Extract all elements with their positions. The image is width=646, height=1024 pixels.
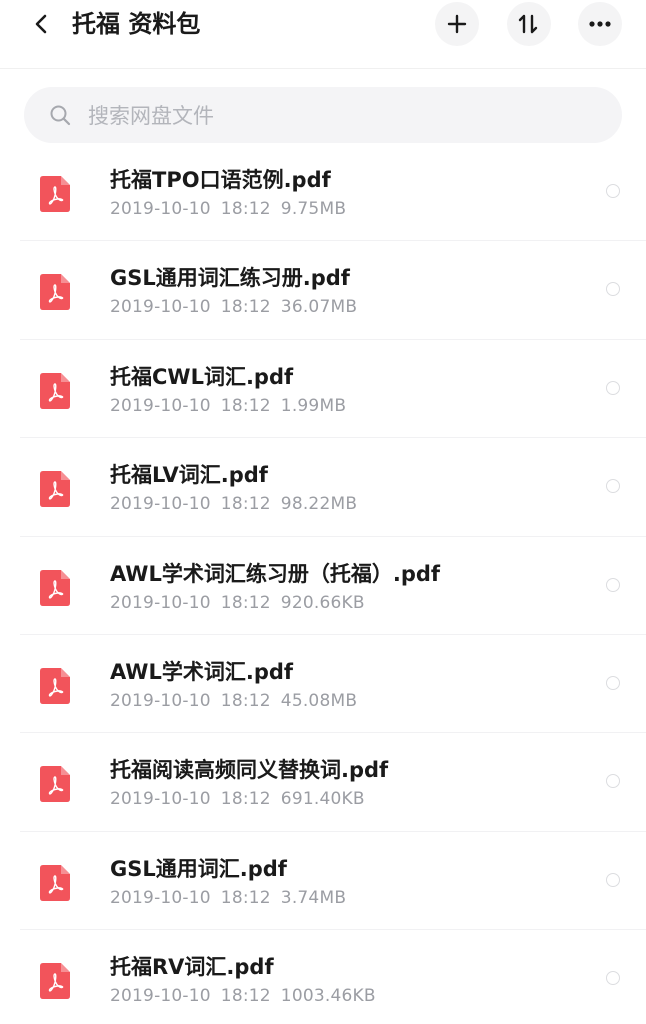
file-size: 1003.46KB (280, 986, 376, 1007)
more-icon (589, 21, 611, 27)
search-input[interactable]: 搜索网盘文件 (24, 87, 622, 143)
select-radio[interactable] (606, 971, 620, 986)
file-size: 1.99MB (280, 395, 347, 416)
search-icon (48, 103, 72, 127)
pdf-file-icon (40, 372, 70, 409)
file-meta: 2019-10-10 18:12 1003.46KB (110, 985, 376, 1007)
file-meta: 2019-10-10 18:12 36.07MB (110, 296, 357, 318)
file-name: 托福CWL词汇.pdf (110, 364, 294, 389)
chevron-left-icon (35, 14, 47, 34)
file-time: 18:12 (220, 887, 271, 908)
select-radio[interactable] (606, 872, 620, 887)
file-name: GSL通用词汇.pdf (110, 856, 287, 881)
pdf-file-icon (40, 766, 70, 803)
file-row[interactable]: 托福RV词汇.pdf 2019-10-10 18:12 1003.46KB (0, 930, 646, 1024)
file-date: 2019-10-10 (110, 887, 211, 908)
search-placeholder: 搜索网盘文件 (88, 104, 214, 128)
select-radio[interactable] (606, 774, 620, 789)
sort-icon (518, 14, 538, 34)
top-bar: 托福 资料包 (0, 0, 646, 69)
file-size: 36.07MB (280, 297, 358, 318)
file-row[interactable]: GSL通用词汇.pdf 2019-10-10 18:12 3.74MB (0, 832, 646, 931)
file-meta: 2019-10-10 18:12 98.22MB (110, 493, 357, 515)
pdf-file-icon (40, 569, 70, 606)
file-date: 2019-10-10 (110, 395, 211, 416)
select-radio[interactable] (606, 479, 620, 494)
file-time: 18:12 (220, 690, 271, 711)
pdf-file-icon (40, 471, 70, 508)
file-time: 18:12 (220, 395, 271, 416)
file-meta: 2019-10-10 18:12 691.40KB (110, 788, 365, 810)
file-list: 托福TPO口语范例.pdf 2019-10-10 18:12 9.75MB GSL通用词… (0, 143, 646, 1024)
sort-button[interactable] (507, 2, 551, 46)
file-time: 18:12 (220, 592, 271, 613)
select-radio[interactable] (606, 184, 620, 198)
select-radio[interactable] (606, 675, 620, 690)
file-name: AWL学术词汇.pdf (110, 659, 294, 684)
file-size: 9.75MB (280, 199, 347, 219)
file-name: 托福阅读高频同义替换词.pdf (110, 758, 389, 783)
file-size: 45.08MB (280, 690, 358, 711)
file-row[interactable]: 托福TPO口语范例.pdf 2019-10-10 18:12 9.75MB (0, 143, 646, 242)
file-date: 2019-10-10 (110, 986, 211, 1007)
file-size: 920.66KB (280, 592, 365, 613)
pdf-file-icon (40, 667, 70, 704)
file-row[interactable]: 托福LV词汇.pdf 2019-10-10 18:12 98.22MB (0, 438, 646, 537)
file-size: 98.22MB (280, 494, 358, 515)
select-radio[interactable] (606, 577, 620, 592)
file-name: 托福LV词汇.pdf (110, 463, 268, 488)
file-meta: 2019-10-10 18:12 3.74MB (110, 887, 346, 909)
file-row[interactable]: AWL学术词汇.pdf 2019-10-10 18:12 45.08MB (0, 635, 646, 734)
file-time: 18:12 (220, 494, 271, 515)
select-radio[interactable] (606, 282, 620, 297)
file-date: 2019-10-10 (110, 494, 211, 515)
file-row[interactable]: 托福CWL词汇.pdf 2019-10-10 18:12 1.99MB (0, 340, 646, 439)
file-browser-screen: 托福 资料包 搜索网盘文件 托福TPO口语范例.pdf 2019-10-10 1… (0, 0, 646, 1024)
file-row[interactable]: AWL学术词汇练习册（托福）.pdf 2019-10-10 18:12 920.66K… (0, 537, 646, 636)
page-title: 托福 资料包 (72, 10, 201, 38)
pdf-file-icon (40, 274, 70, 311)
file-time: 18:12 (220, 789, 271, 810)
file-name: 托福TPO口语范例.pdf (110, 168, 331, 192)
file-date: 2019-10-10 (110, 297, 211, 318)
file-time: 18:12 (220, 986, 271, 1007)
file-size: 3.74MB (280, 887, 347, 908)
more-options-button[interactable] (578, 2, 622, 46)
file-date: 2019-10-10 (110, 690, 211, 711)
file-meta: 2019-10-10 18:12 920.66KB (110, 592, 365, 614)
file-meta: 2019-10-10 18:12 1.99MB (110, 395, 346, 417)
file-row[interactable]: 托福阅读高频同义替换词.pdf 2019-10-10 18:12 691.40KB (0, 733, 646, 833)
file-time: 18:12 (220, 199, 271, 219)
file-time: 18:12 (220, 297, 271, 318)
pdf-file-icon (40, 176, 70, 212)
file-name: AWL学术词汇练习册（托福）.pdf (110, 561, 441, 586)
select-radio[interactable] (606, 380, 620, 395)
file-meta: 2019-10-10 18:12 9.75MB (110, 198, 346, 220)
pdf-file-icon (40, 864, 70, 901)
add-button[interactable] (435, 2, 479, 46)
file-name: 托福RV词汇.pdf (110, 955, 274, 980)
file-date: 2019-10-10 (110, 789, 211, 810)
pdf-file-icon (40, 963, 70, 1000)
file-row[interactable]: GSL通用词汇练习册.pdf 2019-10-10 18:12 36.07MB (0, 241, 646, 341)
file-name: GSL通用词汇练习册.pdf (110, 266, 350, 291)
back-button[interactable] (24, 6, 60, 42)
file-meta: 2019-10-10 18:12 45.08MB (110, 690, 357, 712)
file-date: 2019-10-10 (110, 199, 211, 219)
file-size: 691.40KB (280, 789, 365, 810)
plus-icon (447, 14, 467, 34)
file-date: 2019-10-10 (110, 592, 211, 613)
